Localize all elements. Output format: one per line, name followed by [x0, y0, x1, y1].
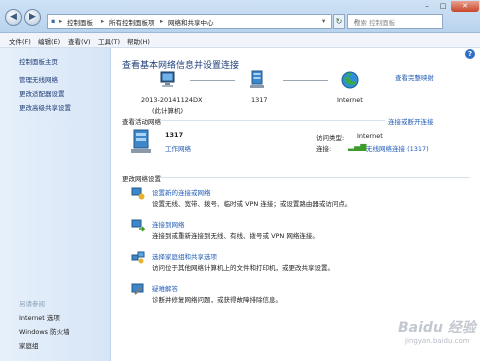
menu-view[interactable]: 查看(V) [68, 36, 91, 46]
maximize-button[interactable]: □ [436, 1, 450, 12]
homegroup-sharing-desc: 访问位于其他网络计算机上的文件和打印机，或更改共享设置。 [152, 264, 334, 272]
menu-bar: 文件(F) 编辑(E) 查看(V) 工具(T) 帮助(H) [0, 33, 480, 48]
menu-file[interactable]: 文件(F) [9, 36, 31, 46]
dropdown-arrow-icon[interactable]: ▾ [322, 17, 325, 25]
forward-button[interactable]: ▶ [24, 9, 41, 26]
section-divider [160, 177, 470, 178]
connect-network-icon [131, 218, 146, 234]
network-name[interactable]: 1317 [251, 96, 268, 104]
troubleshoot-desc: 诊断并修复网络问题，或获得故障排除信息。 [152, 296, 282, 304]
setup-connection-desc: 设置无线、宽带、拨号、临时或 VPN 连接；或设置路由器或访问点。 [152, 200, 352, 208]
baidu-watermark-logo: Baidu 经验 [398, 320, 476, 336]
computer-subtitle: (此计算机) [152, 107, 184, 115]
minimize-button[interactable]: – [418, 1, 436, 12]
chevron-right-icon: ▸ [101, 17, 105, 25]
troubleshoot-link[interactable]: 疑难解答 [152, 283, 178, 293]
sidebar-item-manage-wireless[interactable]: 管理无线网络 [19, 74, 58, 84]
chevron-right-icon: ▸ [160, 17, 164, 25]
refresh-button[interactable]: ↻ [333, 14, 345, 29]
wireless-connection-link[interactable]: 无线网络连接 (1317) [366, 143, 429, 153]
help-icon[interactable]: ? [465, 49, 475, 59]
folder-icon: ▪ [51, 17, 56, 25]
connection-label: 连接: [316, 145, 332, 153]
setup-connection-link[interactable]: 设置新的连接或网络 [152, 187, 211, 197]
network-icon [249, 70, 265, 92]
baidu-watermark-url: jingyan.baidu.com [405, 337, 470, 345]
back-button[interactable]: ◀ [5, 9, 22, 26]
search-input[interactable]: 搜索 控制面板 ⌕ [347, 14, 443, 29]
troubleshoot-icon [131, 282, 145, 298]
homegroup-sharing-link[interactable]: 选择家庭组和共享选项 [152, 251, 217, 261]
sidebar-item-control-panel-home[interactable]: 控制面板主页 [19, 56, 58, 66]
section-divider [160, 120, 385, 121]
breadcrumb-item[interactable]: 所有控制面板项 [109, 17, 155, 27]
sidebar-item-homegroup[interactable]: 家庭组 [19, 340, 39, 350]
active-network-name: 1317 [165, 131, 184, 139]
active-networks-heading: 查看活动网络 [122, 118, 161, 126]
internet-label[interactable]: Internet [337, 96, 363, 104]
sidebar-item-windows-firewall[interactable]: Windows 防火墙 [19, 326, 70, 336]
homegroup-sharing-icon [131, 250, 145, 266]
menu-help[interactable]: 帮助(H) [127, 36, 150, 46]
computer-icon [159, 71, 177, 91]
wireless-signal-icon: ▂▄▆ [348, 142, 367, 151]
change-settings-heading: 更改网络设置 [122, 175, 161, 183]
page-title: 查看基本网络信息并设置连接 [122, 61, 240, 71]
connect-network-link[interactable]: 连接到网络 [152, 219, 185, 229]
access-type-label: 访问类型: [316, 134, 345, 142]
connection-line [283, 80, 328, 81]
computer-name[interactable]: 2013-20141124DX [141, 96, 202, 104]
access-type-value: Internet [357, 132, 383, 140]
address-bar[interactable]: ▪ ▸ 控制面板 ▸ 所有控制面板项 ▸ 网络和共享中心 ▾ [47, 14, 332, 29]
new-connection-icon [131, 186, 145, 202]
connect-network-desc: 连接到或重新连接到无线、有线、拨号或 VPN 网络连接。 [152, 232, 319, 240]
work-network-icon [129, 128, 153, 156]
see-also-heading: 另请参阅 [19, 300, 45, 308]
sidebar: 控制面板主页 管理无线网络 更改适配器设置 更改高级共享设置 另请参阅 Inte… [0, 48, 111, 361]
menu-tools[interactable]: 工具(T) [98, 36, 120, 46]
breadcrumb-item[interactable]: 网络和共享中心 [168, 17, 214, 27]
network-type-link[interactable]: 工作网络 [165, 143, 191, 153]
internet-globe-icon [340, 70, 360, 92]
menu-edit[interactable]: 编辑(E) [38, 36, 60, 46]
sidebar-item-advanced-sharing[interactable]: 更改高级共享设置 [19, 102, 71, 112]
connection-line [190, 80, 235, 81]
title-bar: ◀ ▶ ▪ ▸ 控制面板 ▸ 所有控制面板项 ▸ 网络和共享中心 ▾ ↻ 搜索 … [0, 0, 480, 33]
sidebar-item-adapter-settings[interactable]: 更改适配器设置 [19, 88, 65, 98]
chevron-right-icon: ▸ [59, 17, 63, 25]
search-icon[interactable]: ⌕ [354, 16, 439, 26]
full-map-link[interactable]: 查看完整映射 [395, 72, 434, 82]
connect-disconnect-link[interactable]: 连接或断开连接 [388, 116, 434, 126]
breadcrumb-item[interactable]: 控制面板 [67, 17, 93, 27]
sidebar-item-internet-options[interactable]: Internet 选项 [19, 312, 60, 322]
close-button[interactable]: ✕ [451, 1, 479, 12]
